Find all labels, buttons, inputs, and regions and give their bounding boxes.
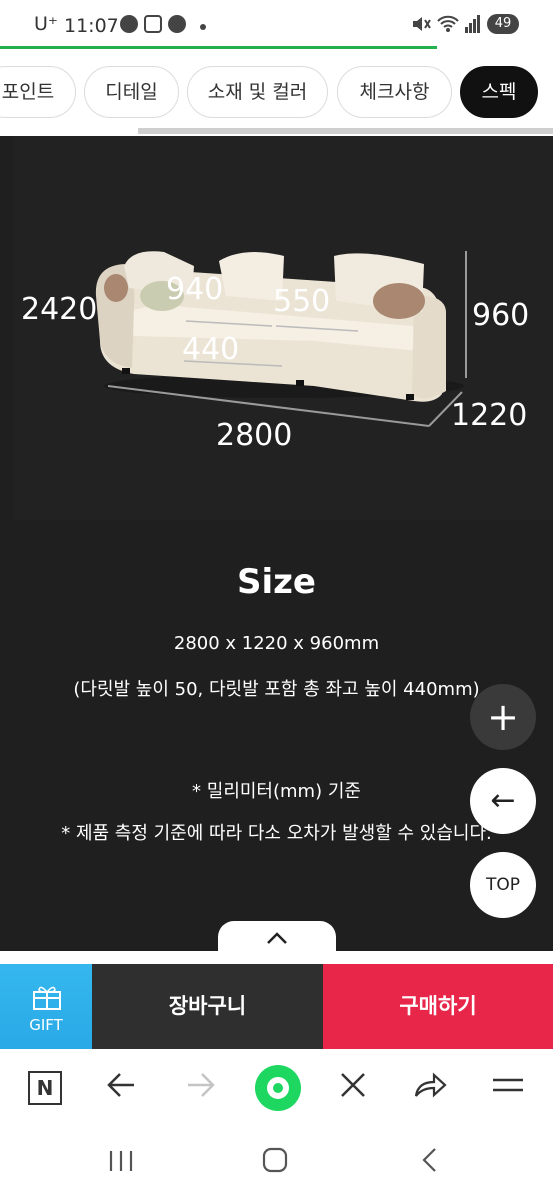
gift-button[interactable]: GIFT (0, 964, 92, 1049)
sofa-dimension-image: 2420 940 550 440 960 1220 2800 (14, 136, 553, 520)
mute-icon (413, 17, 431, 31)
talk-icon (168, 15, 186, 33)
notification-icons (120, 15, 186, 33)
browser-toolbar: N (0, 1049, 553, 1131)
leg-height-note: (다릿발 높이 50, 다릿발 포함 총 좌고 높이 440mm) (73, 679, 480, 700)
tolerance-note: * 제품 측정 기준에 따라 다소 오차가 발생할 수 있습니다. (61, 823, 492, 844)
back-arrow-shape (107, 1073, 134, 1097)
moon-icon (120, 15, 138, 33)
section-tabs: 포인트 디테일 소재 및 컬러 체크사항 스펙 (0, 58, 553, 124)
forward-arrow-shape (188, 1073, 215, 1097)
recent-apps-shape (109, 1151, 133, 1171)
chevron-up-icon[interactable] (218, 921, 336, 953)
clock: 11:07 (64, 15, 119, 37)
dim-width-2800: 2800 (216, 418, 293, 453)
more-notifications-dot (200, 24, 206, 30)
add-to-cart-button[interactable]: 장바구니 (92, 964, 323, 1049)
home-green-button[interactable] (255, 1065, 301, 1111)
dim-1220: 1220 (451, 398, 528, 433)
page-root: U⁺ 11:07 49 포인트 디테일 소재 및 컬러 체크사항 스펙 2420… (0, 0, 553, 1200)
dim-height-960: 960 (472, 298, 530, 333)
menu-lines-shape (493, 1078, 523, 1092)
recent-apps-icon[interactable] (108, 1147, 134, 1180)
size-heading: Size (237, 562, 316, 602)
chevron-up-shape (267, 932, 287, 944)
dim-depth-2420: 2420 (21, 292, 98, 327)
share-arrow-shape (414, 1072, 447, 1098)
home-icon[interactable] (262, 1147, 288, 1180)
share-icon[interactable] (408, 1067, 452, 1111)
system-indicators: 49 (411, 14, 519, 34)
page-load-progress (0, 46, 437, 49)
tab-material-color[interactable]: 소재 및 컬러 (187, 66, 328, 118)
tab-spec[interactable]: 스펙 (460, 66, 538, 118)
system-back-icon[interactable] (420, 1147, 440, 1180)
tab-detail[interactable]: 디테일 (84, 66, 179, 118)
tab-point[interactable]: 포인트 (0, 66, 76, 118)
naver-n-icon[interactable]: N (28, 1071, 62, 1105)
back-arrow-button[interactable]: ← (470, 768, 536, 834)
forward-icon[interactable] (178, 1067, 222, 1111)
menu-icon[interactable] (486, 1067, 530, 1111)
gift-label: GIFT (29, 1016, 63, 1034)
system-back-shape (422, 1148, 436, 1172)
home-shape (262, 1147, 288, 1173)
tab-scroll-indicator (138, 128, 553, 134)
home-ring-icon (267, 1077, 289, 1099)
spec-section: 2420 940 550 440 960 1220 2800 Size 2800… (0, 136, 553, 951)
purchase-bar: GIFT 장바구니 구매하기 (0, 951, 553, 1049)
size-value: 2800 x 1220 x 960mm (173, 633, 380, 654)
battery-icon: 49 (487, 14, 519, 34)
tab-checklist[interactable]: 체크사항 (337, 66, 452, 118)
buy-now-button[interactable]: 구매하기 (323, 964, 553, 1049)
dim-seat-440: 440 (182, 332, 240, 367)
status-bar: U⁺ 11:07 49 (0, 0, 553, 49)
plus-button[interactable]: + (470, 684, 536, 750)
dim-940: 940 (166, 272, 224, 307)
close-x-shape (341, 1073, 365, 1097)
carrier-label: U⁺ (34, 13, 58, 35)
signal-icon (465, 15, 480, 33)
gift-icon (33, 986, 61, 1010)
scroll-top-button[interactable]: TOP (470, 852, 536, 918)
back-icon[interactable] (100, 1067, 144, 1111)
wifi-icon (437, 15, 459, 32)
close-icon[interactable] (331, 1067, 375, 1111)
screenshot-icon (144, 15, 162, 33)
system-navigation (0, 1131, 553, 1200)
dim-550: 550 (273, 284, 331, 319)
